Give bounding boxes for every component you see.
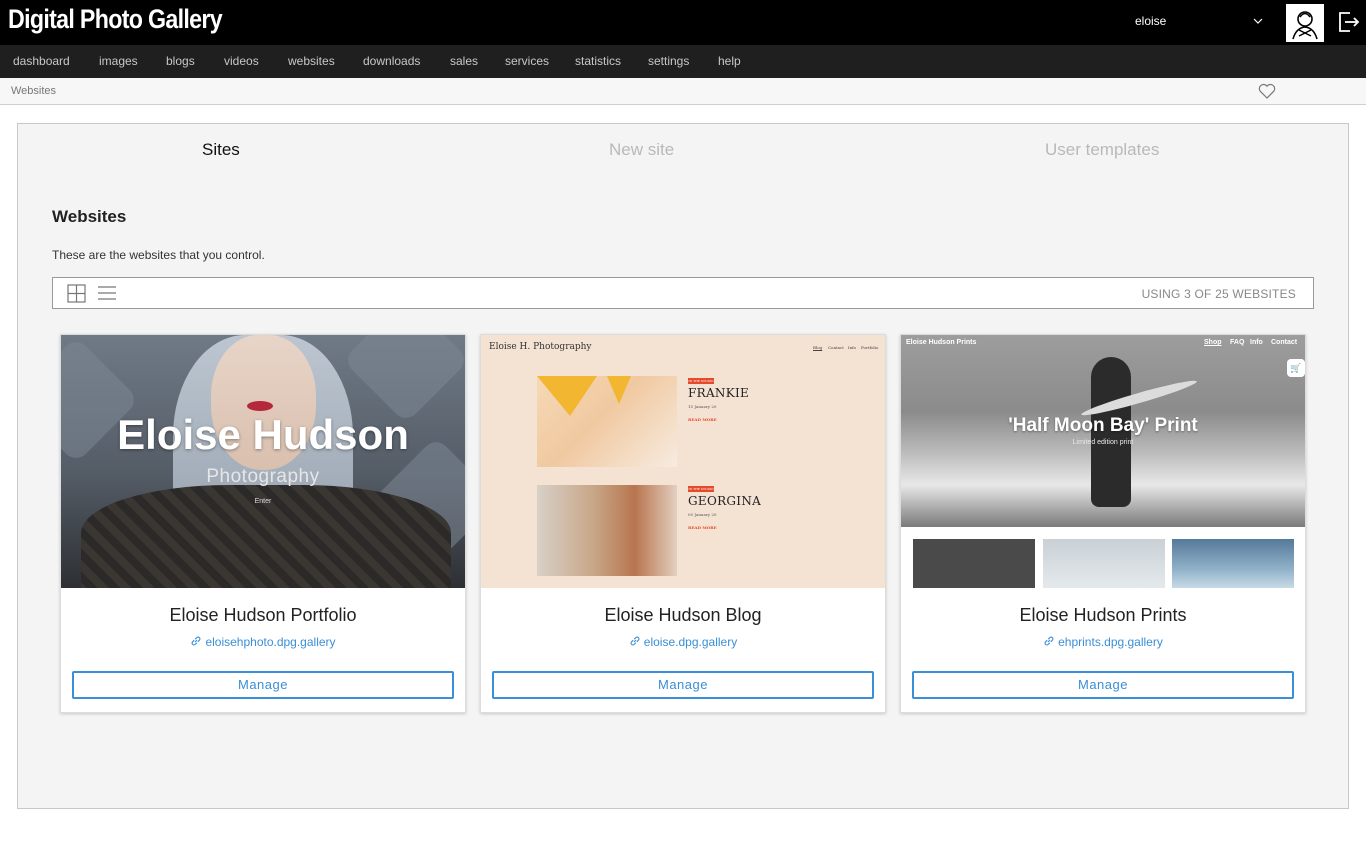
grid-icon[interactable] [67, 284, 86, 303]
user-dropdown[interactable]: eloise [1126, 0, 1272, 45]
nav-settings[interactable]: settings [648, 54, 689, 68]
preview-brand: Eloise H. Photography [489, 342, 592, 352]
carousel-dots [1095, 519, 1115, 523]
site-preview-prints[interactable]: Eloise Hudson Prints Shop FAQ Info Conta… [901, 335, 1305, 588]
portrait-lips [247, 401, 273, 411]
view-toolbar: USING 3 OF 25 WEBSITES [52, 277, 1314, 309]
breadcrumb[interactable]: Websites [11, 85, 56, 97]
manage-button[interactable]: Manage [912, 671, 1294, 699]
site-preview-blog[interactable]: Eloise H. Photography Blog Contact Info … [481, 335, 885, 588]
tab-new-site[interactable]: New site [609, 140, 674, 160]
site-card-prints: Eloise Hudson Prints Shop FAQ Info Conta… [900, 334, 1306, 713]
preview-nav-item: Contact [828, 345, 844, 350]
manage-button[interactable]: Manage [492, 671, 874, 699]
preview-headline: 'Half Moon Bay' Print [1008, 415, 1198, 436]
post-tag: IN THE STUDIO [688, 486, 714, 492]
breadcrumb-bar: Websites [0, 78, 1366, 105]
top-bar: Digital Photo Gallery eloise [0, 0, 1366, 45]
nav-images[interactable]: images [99, 54, 138, 68]
nav-websites[interactable]: websites [288, 54, 335, 68]
read-more: READ MORE [688, 525, 717, 530]
site-url: eloisehphoto.dpg.gallery [205, 635, 336, 649]
preview-nav-item: Info [1250, 339, 1263, 346]
site-url-link[interactable]: eloisehphoto.dpg.gallery [61, 635, 465, 649]
site-card-blog: Eloise H. Photography Blog Contact Info … [480, 334, 886, 713]
post-image [537, 376, 677, 467]
link-icon [630, 636, 640, 646]
section-title: Websites [52, 207, 127, 226]
nav-help[interactable]: help [718, 54, 741, 68]
read-more: READ MORE [688, 417, 717, 422]
manage-button[interactable]: Manage [72, 671, 454, 699]
nav-blogs[interactable]: blogs [166, 54, 195, 68]
site-card-portfolio: Eloise Hudson Photography Enter Eloise H… [60, 334, 466, 713]
nav-services[interactable]: services [505, 54, 549, 68]
usage-counter: USING 3 OF 25 WEBSITES [1141, 287, 1296, 301]
list-icon[interactable] [97, 284, 117, 302]
site-title: Eloise Hudson Prints [1019, 605, 1187, 625]
nav-sales[interactable]: sales [450, 54, 478, 68]
user-portrait-icon [1288, 6, 1322, 40]
preview-nav-item: Blog [813, 345, 823, 350]
tab-sites[interactable]: Sites [202, 140, 240, 160]
site-preview-portfolio[interactable]: Eloise Hudson Photography Enter [61, 335, 465, 588]
site-url: ehprints.dpg.gallery [1058, 635, 1163, 649]
post-tag: IN THE STUDIO [688, 378, 714, 384]
link-icon [1044, 636, 1054, 646]
site-url: eloise.dpg.gallery [643, 635, 738, 649]
nav-videos[interactable]: videos [224, 54, 259, 68]
chevron-down-icon [1253, 18, 1263, 24]
preview-nav-item: Info [848, 345, 857, 350]
preview-nav-item: Contact [1271, 339, 1298, 346]
cart-icon: 🛒 [1287, 359, 1305, 377]
user-name: eloise [1135, 14, 1167, 28]
nav-downloads[interactable]: downloads [363, 54, 420, 68]
preview-nav-item: Shop [1204, 339, 1222, 346]
site-title: Eloise Hudson Blog [604, 605, 762, 625]
link-icon [192, 636, 201, 646]
avatar[interactable] [1286, 4, 1324, 42]
preview-headline: Eloise Hudson [117, 411, 409, 458]
product-thumbnail [1172, 539, 1294, 588]
preview-brand: Eloise Hudson Prints [906, 339, 977, 346]
product-thumbnail [913, 539, 1035, 588]
preview-enter: Enter [254, 498, 272, 505]
logout-icon[interactable] [1336, 9, 1360, 35]
preview-nav-item: Portfolio [861, 345, 879, 350]
heart-icon[interactable] [1258, 83, 1276, 99]
preview-subtitle: Photography [206, 466, 320, 487]
websites-panel: Sites New site User templates Websites T… [17, 123, 1349, 809]
site-url-link[interactable]: eloise.dpg.gallery [481, 635, 885, 649]
product-thumbnail [1043, 539, 1165, 588]
post-date: 15 January 20 [688, 404, 717, 409]
app-logo[interactable]: Digital Photo Gallery [8, 4, 223, 35]
site-title: Eloise Hudson Portfolio [169, 605, 357, 625]
nav-dashboard[interactable]: dashboard [13, 54, 70, 68]
site-url-link[interactable]: ehprints.dpg.gallery [901, 635, 1305, 649]
section-description: These are the websites that you control. [52, 248, 265, 262]
preview-hero-image: Eloise Hudson Prints Shop FAQ Info Conta… [901, 335, 1305, 527]
post-title: FRANKIE [688, 386, 750, 400]
post-date: 05 January 20 [688, 512, 717, 517]
main-nav: dashboard images blogs videos websites d… [0, 45, 1366, 78]
nav-statistics[interactable]: statistics [575, 54, 621, 68]
preview-nav-item: FAQ [1230, 339, 1245, 346]
preview-subtitle: Limited edition print [1072, 439, 1134, 446]
post-title: GEORGINA [688, 494, 762, 508]
tab-user-templates[interactable]: User templates [1045, 140, 1159, 160]
post-image [537, 485, 677, 576]
